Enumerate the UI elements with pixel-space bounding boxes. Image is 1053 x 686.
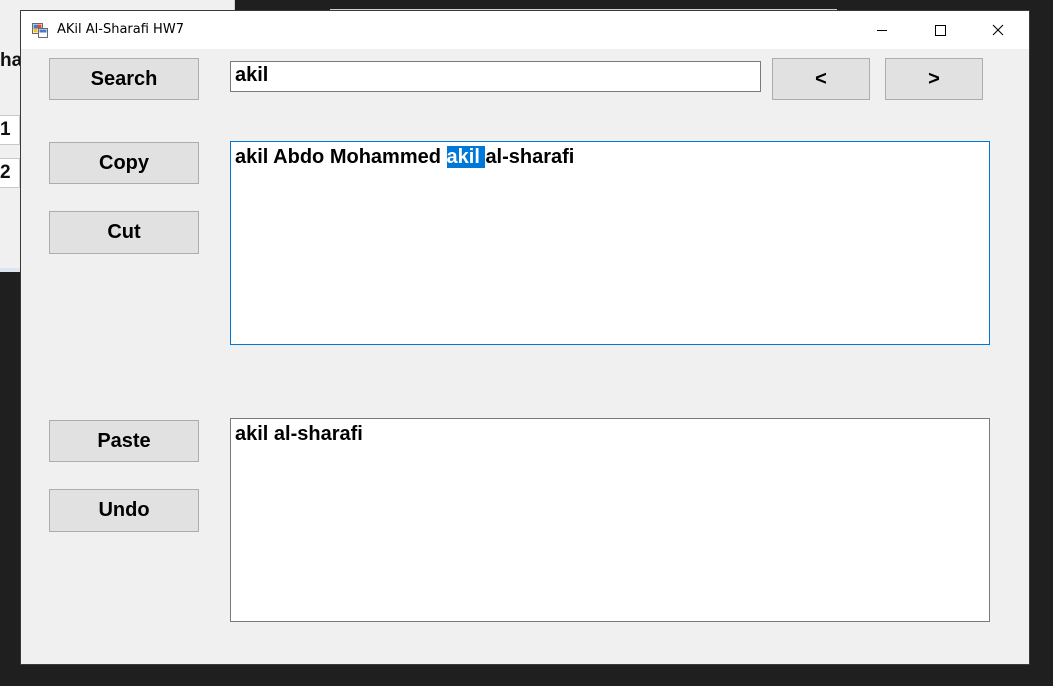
text-before-selection: akil Abdo Mohammed [235,146,447,168]
selected-text: akil [446,146,486,168]
copy-button[interactable]: Copy [49,142,199,184]
search-button[interactable]: Search [49,58,199,100]
background-window-cell: 2 [0,158,20,188]
next-match-button[interactable]: > [885,58,983,100]
text-after-selection: al-sharafi [485,146,575,168]
title-bar[interactable]: AKil Al-Sharafi HW7 [21,11,1029,49]
app-window: AKil Al-Sharafi HW7 Search akil < > Copy… [21,11,1029,664]
close-button[interactable] [969,11,1027,49]
minimize-button[interactable] [853,11,911,49]
app-icon [32,23,48,38]
cut-button[interactable]: Cut [49,211,199,254]
main-text-area[interactable]: akil Abdo Mohammed akil al-sharafi [230,141,990,345]
maximize-icon [935,25,946,36]
maximize-button[interactable] [911,11,969,49]
undo-button[interactable]: Undo [49,489,199,532]
background-window-cell: 1 [0,115,20,145]
search-input[interactable]: akil [230,61,761,92]
paste-text-area[interactable]: akil al-sharafi [230,418,990,622]
minimize-icon [877,30,887,31]
background-window-text: ha [0,50,23,71]
previous-match-button[interactable]: < [772,58,870,100]
paste-button[interactable]: Paste [49,420,199,462]
close-icon [992,24,1004,36]
window-title: AKil Al-Sharafi HW7 [57,22,184,37]
